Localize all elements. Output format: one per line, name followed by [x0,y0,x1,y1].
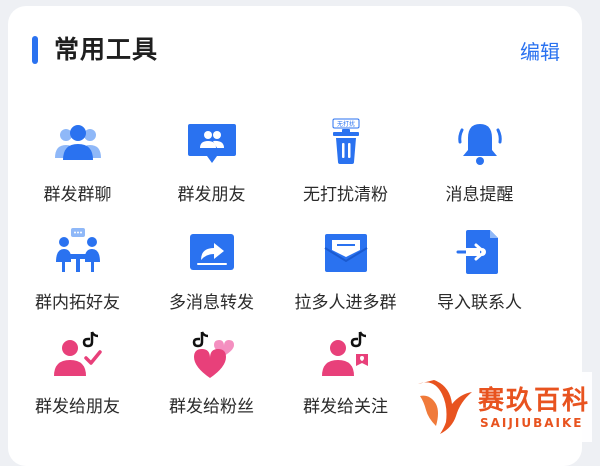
fish-tail-icon [418,380,472,434]
tool-tiktok-follow[interactable]: 群发给关注 [278,330,413,430]
tool-label: 消息提醒 [445,185,514,205]
watermark-brand-en: SAIJIUBAIKE [480,416,584,430]
tool-label: 导入联系人 [437,293,522,313]
tiktok-fans-icon [186,330,238,382]
mail-inbox-icon [320,226,372,278]
tool-group-meeting[interactable]: 群内拓好友 [10,226,145,326]
tool-label: 群发给朋友 [35,397,120,417]
tool-tiktok-friend[interactable]: 群发给朋友 [10,330,145,430]
tool-mail-inbox[interactable]: 拉多人进多群 [278,226,413,326]
tool-label: 群内拓好友 [35,293,120,313]
tool-bell[interactable]: 消息提醒 [412,118,547,218]
tool-label: 群发给粉丝 [169,397,254,417]
tiktok-follow-icon [320,330,372,382]
tool-import[interactable]: 导入联系人 [412,226,547,326]
tool-forward[interactable]: 多消息转发 [144,226,279,326]
watermark-logo: 赛玖百科 SAIJIUBAIKE [410,372,592,442]
trash-badge-text: 无打扰 [337,120,355,128]
tool-label: 拉多人进多群 [294,293,397,313]
tool-tiktok-fans[interactable]: 群发给粉丝 [144,330,279,430]
watermark-brand-cn: 赛玖百科 [478,386,591,416]
import-icon [454,226,506,278]
trash-clean-icon: 无打扰 [320,118,372,170]
group-meeting-icon [52,226,104,278]
tool-label: 群发给关注 [303,397,388,417]
tool-label: 群发群聊 [43,185,112,205]
tool-label: 无打扰清粉 [303,185,388,205]
tool-trash-clean[interactable]: 无打扰 无打扰清粉 [278,118,413,218]
group-chat-icon [52,118,104,170]
tiktok-friend-icon [52,330,104,382]
tool-label: 群发朋友 [177,185,246,205]
tool-label: 多消息转发 [169,293,254,313]
friend-message-icon [186,118,238,170]
forward-icon [186,226,238,278]
bell-icon [454,118,506,170]
tool-friend-message[interactable]: 群发朋友 [144,118,279,218]
tool-group-chat[interactable]: 群发群聊 [10,118,145,218]
